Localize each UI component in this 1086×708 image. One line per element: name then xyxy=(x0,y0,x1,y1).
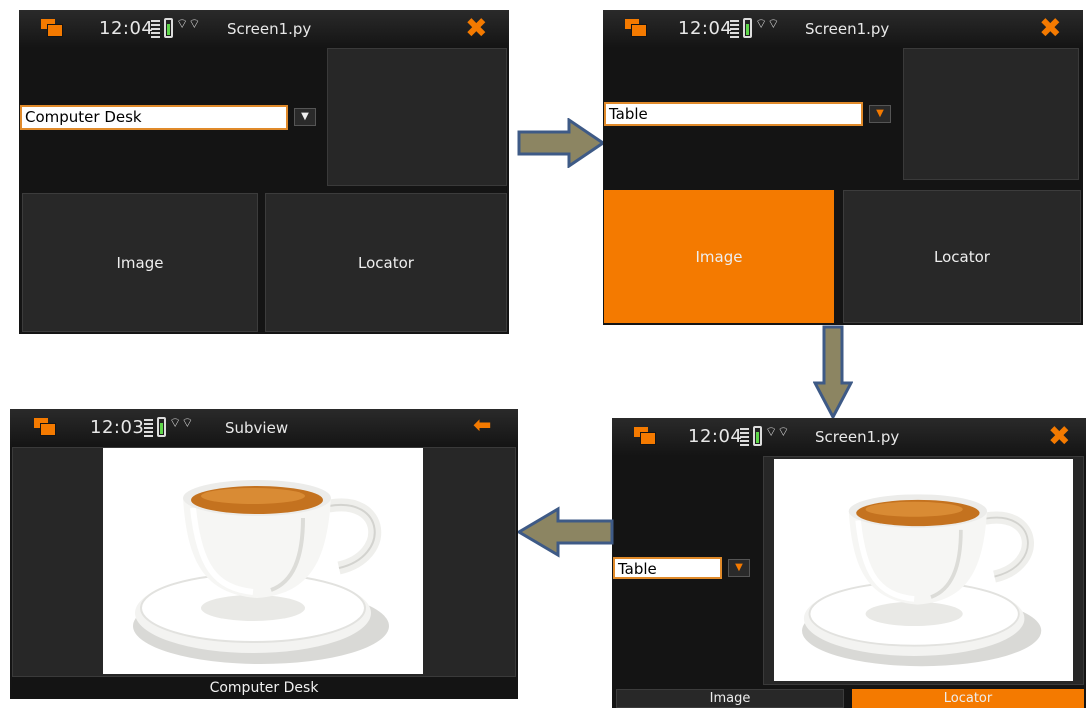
preview-panel xyxy=(763,456,1084,685)
chevron-down-icon[interactable]: ▼ xyxy=(728,559,750,577)
flow-arrow-down xyxy=(813,325,853,419)
battery-icon xyxy=(743,18,752,38)
signal-icon xyxy=(740,428,749,446)
status-bar: 12:04 ⌔⌔ Screen1.py ✖ xyxy=(612,418,1086,456)
window-title: Subview xyxy=(225,419,289,437)
clock: 12:03 xyxy=(90,417,145,438)
clock: 12:04 xyxy=(99,18,154,39)
signal-icon xyxy=(730,20,739,38)
locator-button[interactable]: Locator xyxy=(265,193,507,332)
screen1-phone: 12:04 ⌔⌔ Screen1.py ✖ Computer Desk ▼ Im… xyxy=(19,10,509,334)
image-button[interactable]: Image xyxy=(22,193,258,332)
preview-panel xyxy=(903,48,1079,180)
chevron-down-icon[interactable]: ▼ xyxy=(294,108,316,126)
close-icon[interactable]: ✖ xyxy=(465,13,488,44)
teacup-photo xyxy=(774,459,1073,681)
clock: 12:04 xyxy=(678,18,733,39)
battery-icon xyxy=(164,18,173,38)
status-bar: 12:03 ⌔⌔ Subview ⬅ xyxy=(10,409,518,447)
window-title: Screen1.py xyxy=(227,20,312,38)
subview-panel xyxy=(12,447,516,677)
teacup-photo xyxy=(103,448,423,674)
apps-icon[interactable] xyxy=(41,19,63,37)
locator-button[interactable]: Locator xyxy=(843,190,1081,323)
wifi-icon: ⌔⌔ xyxy=(169,416,194,431)
clock: 12:04 xyxy=(688,426,743,447)
flow-arrow-right xyxy=(517,118,605,168)
apps-icon[interactable] xyxy=(634,427,656,445)
locator-button[interactable]: Locator xyxy=(852,689,1084,708)
apps-icon[interactable] xyxy=(625,19,647,37)
status-bar: 12:04 ⌔⌔ Screen1.py ✖ xyxy=(603,10,1083,48)
wifi-icon: ⌔⌔ xyxy=(176,17,201,32)
screen4-phone: 12:03 ⌔⌔ Subview ⬅ Computer Desk xyxy=(10,409,518,699)
flow-arrow-left xyxy=(516,506,614,558)
window-title: Screen1.py xyxy=(805,20,890,38)
close-icon[interactable]: ✖ xyxy=(1039,13,1062,44)
image-button[interactable]: Image xyxy=(604,190,834,323)
signal-icon xyxy=(144,419,153,437)
back-arrow-icon[interactable]: ⬅ xyxy=(473,413,491,438)
location-combo[interactable]: Table xyxy=(613,557,722,579)
wifi-icon: ⌔⌔ xyxy=(765,425,790,440)
close-icon[interactable]: ✖ xyxy=(1048,421,1071,452)
window-title: Screen1.py xyxy=(815,428,900,446)
image-button[interactable]: Image xyxy=(616,689,844,708)
battery-icon xyxy=(157,417,166,437)
location-combo[interactable]: Computer Desk xyxy=(20,105,288,130)
wifi-icon: ⌔⌔ xyxy=(755,17,780,32)
location-combo[interactable]: Table xyxy=(604,102,863,126)
battery-icon xyxy=(753,426,762,446)
signal-icon xyxy=(151,20,160,38)
photo-caption: Computer Desk xyxy=(209,680,319,696)
screen2-phone: 12:04 ⌔⌔ Screen1.py ✖ Table ▼ Image Loca… xyxy=(603,10,1083,325)
preview-panel xyxy=(327,48,507,186)
status-bar: 12:04 ⌔⌔ Screen1.py ✖ xyxy=(19,10,509,48)
screen3-phone: 12:04 ⌔⌔ Screen1.py ✖ Table ▼ Image Loca… xyxy=(612,418,1086,708)
apps-icon[interactable] xyxy=(34,418,56,436)
chevron-down-icon[interactable]: ▼ xyxy=(869,105,891,123)
